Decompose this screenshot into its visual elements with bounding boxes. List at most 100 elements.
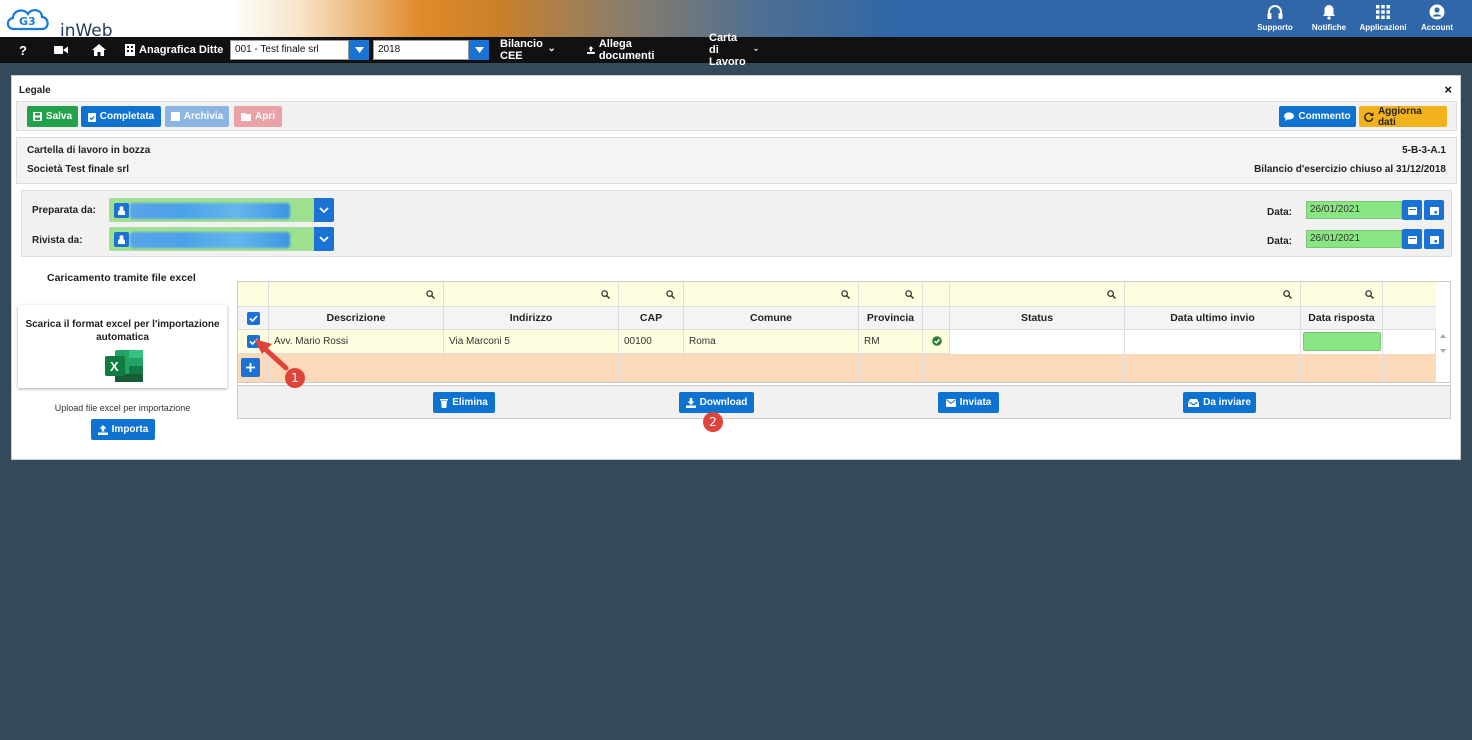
video-camera-icon <box>54 46 68 54</box>
download-button[interactable]: Download <box>679 392 754 413</box>
company-select-dropdown[interactable] <box>349 40 369 60</box>
save-icon <box>32 112 42 121</box>
upload-icon <box>97 424 108 435</box>
excel-template-download[interactable]: Scarica il format excel per l'importazio… <box>18 305 227 388</box>
excel-section-title: Caricamento tramite file excel <box>47 272 196 284</box>
cell-cap[interactable]: 00100 <box>619 330 684 354</box>
carta-di-lavoro-menu[interactable]: Carta di Lavoro <box>709 32 758 68</box>
bell-icon <box>1323 5 1335 20</box>
cell-provincia[interactable]: RM <box>859 330 923 354</box>
rivista-today-button[interactable] <box>1424 229 1444 249</box>
column-header-provincia[interactable]: Provincia <box>859 307 923 330</box>
filter-cap[interactable] <box>619 282 684 307</box>
column-header-data-risposta[interactable]: Data risposta <box>1301 307 1383 330</box>
cell-data-ultimo-invio[interactable] <box>1125 330 1301 354</box>
archivia-button[interactable]: Archivia <box>165 106 229 127</box>
calendar-day-icon <box>1429 235 1439 244</box>
folder-open-icon <box>241 112 251 121</box>
scroll-arrows-icon <box>1440 334 1446 353</box>
trash-icon <box>440 398 449 408</box>
year-select-dropdown[interactable] <box>469 40 489 60</box>
company-name: Società Test finale srl <box>27 164 130 175</box>
upload-icon <box>587 46 595 54</box>
app-logo[interactable]: G3 inWeb <box>4 3 114 41</box>
search-icon <box>841 290 850 299</box>
apri-button[interactable]: Apri <box>234 106 282 127</box>
filter-data-risposta[interactable] <box>1301 282 1383 307</box>
anagrafica-ditte-menu[interactable]: Anagrafica Ditte <box>125 44 223 56</box>
cell-comune[interactable]: Roma <box>684 330 859 354</box>
rivista-dropdown[interactable] <box>314 227 334 251</box>
completata-button[interactable]: Completata <box>81 106 161 127</box>
support-button[interactable]: Supporto <box>1248 0 1302 37</box>
account-button[interactable]: Account <box>1410 0 1464 37</box>
chevron-down-icon <box>753 48 758 52</box>
elimina-button[interactable]: Elimina <box>433 392 495 413</box>
commento-button[interactable]: Commento <box>1279 106 1356 127</box>
building-icon <box>125 44 135 56</box>
close-icon[interactable]: × <box>1444 82 1452 97</box>
search-icon <box>601 290 610 299</box>
salva-button[interactable]: Salva <box>27 106 78 127</box>
importa-label: Importa <box>111 424 149 435</box>
help-button[interactable]: ? <box>19 43 27 58</box>
filter-descrizione[interactable] <box>269 282 444 307</box>
rivista-calendar-button[interactable] <box>1402 229 1422 249</box>
preparata-dropdown[interactable] <box>314 198 334 222</box>
aggiorna-dati-button[interactable]: Aggiorna dati <box>1359 106 1447 128</box>
company-select[interactable]: 001 - Test finale srl <box>230 40 349 60</box>
data-risposta-input[interactable] <box>1303 332 1381 351</box>
home-button[interactable] <box>92 44 106 56</box>
cell-data-risposta[interactable] <box>1301 330 1383 354</box>
archive-icon <box>170 112 180 121</box>
importa-button[interactable]: Importa <box>91 419 155 440</box>
grid-scrollbar[interactable] <box>1436 330 1450 360</box>
check-icon <box>249 315 258 322</box>
applications-button[interactable]: Applicazioni <box>1356 0 1410 37</box>
preparata-today-button[interactable] <box>1424 200 1444 220</box>
filter-data-ultimo-invio[interactable] <box>1125 282 1301 307</box>
preparata-data-label: Data: <box>1267 207 1293 218</box>
column-header-descrizione[interactable]: Descrizione <box>269 307 444 330</box>
bilancio-cee-menu[interactable]: Bilancio CEE <box>500 38 555 62</box>
preparata-date-input[interactable]: 26/01/2021 <box>1306 201 1402 219</box>
rivista-user-select[interactable] <box>109 227 334 251</box>
annotation-badge-1: 1 <box>285 368 305 388</box>
search-icon <box>1283 290 1292 299</box>
notifications-button[interactable]: Notifiche <box>1302 0 1356 37</box>
clipboard-check-icon <box>87 112 96 122</box>
inviata-button[interactable]: Inviata <box>938 392 999 413</box>
column-header-status[interactable]: Status <box>950 307 1125 330</box>
filter-provincia[interactable] <box>859 282 923 307</box>
cell-status[interactable] <box>950 330 1125 354</box>
column-header-indirizzo[interactable]: Indirizzo <box>444 307 619 330</box>
document-status: Cartella di lavoro in bozza <box>27 145 151 156</box>
da-inviare-button[interactable]: Da inviare <box>1183 392 1256 413</box>
document-info: Cartella di lavoro in bozza Società Test… <box>16 137 1457 184</box>
filter-comune[interactable] <box>684 282 859 307</box>
completata-label: Completata <box>99 111 155 122</box>
preparata-user-select[interactable] <box>109 198 334 222</box>
calendar-day-icon <box>1429 206 1439 215</box>
column-header-data-ultimo-invio[interactable]: Data ultimo invio <box>1125 307 1301 330</box>
search-icon <box>426 290 435 299</box>
bilancio-cee-label: Bilancio CEE <box>500 38 543 62</box>
column-header-comune[interactable]: Comune <box>684 307 859 330</box>
select-all-checkbox[interactable] <box>247 312 260 325</box>
table-row[interactable]: Avv. Mario Rossi Via Marconi 5 00100 Rom… <box>238 330 1436 354</box>
filter-indirizzo[interactable] <box>444 282 619 307</box>
grid-actions-bar: Elimina Download Inviata Da inviare <box>237 385 1451 419</box>
column-header-cap[interactable]: CAP <box>619 307 684 330</box>
filter-status[interactable] <box>950 282 1125 307</box>
rivista-date-input[interactable]: 26/01/2021 <box>1306 230 1402 248</box>
cell-indirizzo[interactable]: Via Marconi 5 <box>444 330 619 354</box>
chevron-down-icon <box>319 207 329 213</box>
bilancio-date: Bilancio d'esercizio chiuso al 31/12/201… <box>1254 164 1446 175</box>
preparata-calendar-button[interactable] <box>1402 200 1422 220</box>
apri-label: Apri <box>255 111 275 122</box>
search-icon <box>666 290 675 299</box>
allega-documenti-menu[interactable]: Allega documenti <box>587 38 659 62</box>
year-select[interactable]: 2018 <box>373 40 469 60</box>
video-button[interactable] <box>54 45 68 55</box>
calendar-icon <box>1407 235 1417 244</box>
